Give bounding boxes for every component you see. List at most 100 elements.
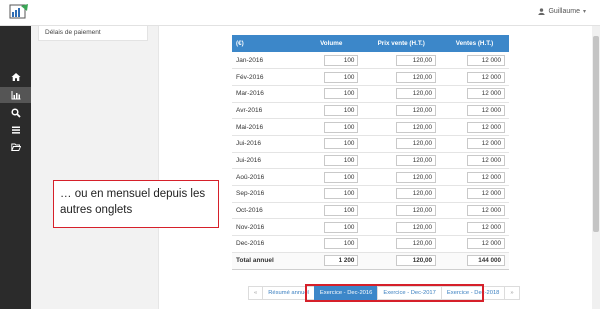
- price-cell: 120,00: [362, 68, 440, 86]
- sales-value: 12 000: [467, 71, 505, 83]
- price-cell: 120,00: [362, 52, 440, 70]
- header-sales: Ventes (H.T.): [440, 35, 509, 52]
- sales-cell: 12 000: [440, 152, 509, 170]
- price-input[interactable]: 120,00: [396, 188, 436, 200]
- month-cell: Jan-2016: [232, 52, 300, 70]
- sidebar-item-folders[interactable]: [0, 139, 31, 155]
- price-input[interactable]: 120,00: [396, 138, 436, 150]
- volume-input[interactable]: 100: [324, 238, 359, 250]
- price-input[interactable]: 120,00: [396, 54, 436, 66]
- price-cell: 120,00: [362, 152, 440, 170]
- month-cell: Sep-2016: [232, 185, 300, 203]
- table-row: Dec-2016 100 120,00 12 000: [232, 235, 509, 253]
- sales-cell: 12 000: [440, 85, 509, 103]
- app-logo[interactable]: [9, 3, 29, 21]
- month-cell: Mai-2016: [232, 118, 300, 136]
- volume-cell: 100: [300, 235, 363, 253]
- volume-cell: 100: [300, 168, 363, 186]
- volume-input[interactable]: 100: [324, 154, 359, 166]
- volume-input[interactable]: 100: [324, 188, 359, 200]
- price-input[interactable]: 120,00: [396, 104, 436, 116]
- volume-input[interactable]: 100: [324, 138, 359, 150]
- volume-cell: 100: [300, 135, 363, 153]
- sidebar-item-search[interactable]: [0, 105, 31, 121]
- sales-cell: 12 000: [440, 185, 509, 203]
- volume-input[interactable]: 100: [324, 121, 359, 133]
- price-input[interactable]: 120,00: [396, 221, 436, 233]
- top-bar: Guillaume ▾: [0, 0, 600, 26]
- sales-cell: 12 000: [440, 135, 509, 153]
- volume-input[interactable]: 100: [324, 221, 359, 233]
- price-cell: 120,00: [362, 218, 440, 237]
- volume-cell: 100: [300, 85, 363, 103]
- sales-cell: 12 000: [440, 118, 509, 136]
- sidebar-item-charts[interactable]: [0, 87, 31, 103]
- scrollbar[interactable]: [592, 26, 600, 309]
- volume-cell: 100: [300, 218, 363, 237]
- sales-value: 12 000: [467, 104, 505, 116]
- volume-input[interactable]: 100: [324, 88, 359, 100]
- sidebar-item-home[interactable]: [0, 69, 31, 85]
- left-panel-item[interactable]: Délais de paiement: [38, 26, 148, 41]
- sales-value: 12 000: [467, 88, 505, 100]
- table-row: Jan-2016 100 120,00 12 000: [232, 52, 509, 70]
- total-label: Total annuel: [232, 252, 300, 270]
- total-price: 120,00: [396, 255, 436, 267]
- volume-cell: 100: [300, 52, 363, 70]
- price-input[interactable]: 120,00: [396, 171, 436, 183]
- price-input[interactable]: 120,00: [396, 88, 436, 100]
- sales-table: (€) Volume Prix vente (H.T.) Ventes (H.T…: [232, 35, 509, 270]
- price-cell: 120,00: [362, 102, 440, 120]
- month-cell: Jui-2016: [232, 135, 300, 153]
- volume-input[interactable]: 100: [324, 71, 359, 83]
- search-icon: [10, 108, 21, 118]
- price-cell: 120,00: [362, 168, 440, 186]
- sales-cell: 12 000: [440, 102, 509, 120]
- sales-value: 12 000: [467, 138, 505, 150]
- total-sales-cell: 144 000: [440, 252, 509, 270]
- price-cell: 120,00: [362, 85, 440, 103]
- month-cell: Nov-2016: [232, 218, 300, 237]
- price-input[interactable]: 120,00: [396, 121, 436, 133]
- sales-cell: 12 000: [440, 235, 509, 253]
- price-input[interactable]: 120,00: [396, 71, 436, 83]
- price-cell: 120,00: [362, 202, 440, 220]
- sales-cell: 12 000: [440, 202, 509, 220]
- month-cell: Avr-2016: [232, 102, 300, 120]
- table-total-row: Total annuel 1 200 120,00 144 000: [232, 252, 509, 270]
- month-cell: Dec-2016: [232, 235, 300, 253]
- prev-page-button[interactable]: «: [248, 286, 264, 300]
- total-volume-cell: 1 200: [300, 252, 363, 270]
- folder-open-icon: [10, 143, 21, 151]
- table-row: Sep-2016 100 120,00 12 000: [232, 185, 509, 203]
- month-cell: Aoû-2016: [232, 168, 300, 186]
- volume-cell: 100: [300, 68, 363, 86]
- sidebar-item-list[interactable]: [0, 122, 31, 138]
- volume-input[interactable]: 100: [324, 104, 359, 116]
- volume-input[interactable]: 100: [324, 54, 359, 66]
- table-row: Aoû-2016 100 120,00 12 000: [232, 168, 509, 186]
- price-cell: 120,00: [362, 185, 440, 203]
- month-cell: Fév-2016: [232, 68, 300, 86]
- user-icon: [538, 8, 546, 15]
- scrollbar-thumb[interactable]: [593, 36, 599, 232]
- volume-input[interactable]: 100: [324, 205, 359, 217]
- next-page-button[interactable]: »: [504, 286, 520, 300]
- table-body: Jan-2016 100 120,00 12 000 Fév-2016 100 120,00…: [232, 52, 509, 270]
- volume-cell: 100: [300, 202, 363, 220]
- sales-value: 12 000: [467, 238, 505, 250]
- table-row: Fév-2016 100 120,00 12 000: [232, 68, 509, 86]
- sales-cell: 12 000: [440, 52, 509, 70]
- user-menu[interactable]: Guillaume ▾: [538, 8, 586, 15]
- volume-input[interactable]: 100: [324, 171, 359, 183]
- price-input[interactable]: 120,00: [396, 205, 436, 217]
- price-cell: 120,00: [362, 118, 440, 136]
- price-input[interactable]: 120,00: [396, 154, 436, 166]
- month-cell: Jui-2016: [232, 152, 300, 170]
- price-cell: 120,00: [362, 235, 440, 253]
- table-row: Jui-2016 100 120,00 12 000: [232, 152, 509, 170]
- volume-cell: 100: [300, 185, 363, 203]
- tabs-highlight-box: [305, 284, 484, 302]
- sidebar: [0, 26, 31, 309]
- price-input[interactable]: 120,00: [396, 238, 436, 250]
